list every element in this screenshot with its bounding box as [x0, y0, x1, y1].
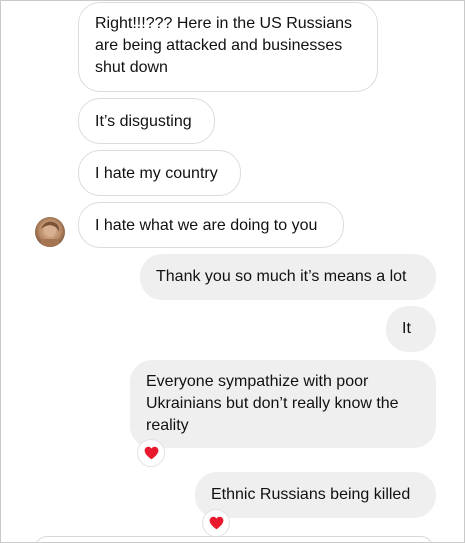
- sender-avatar[interactable]: [35, 217, 65, 247]
- message-text: Everyone sympathize with poor Ukrainians…: [146, 373, 399, 434]
- message-incoming[interactable]: Right!!!??? Here in the US Russians are …: [78, 2, 378, 92]
- message-outgoing[interactable]: It: [386, 306, 436, 352]
- message-text: Ethnic Russians being killed: [211, 486, 411, 503]
- heart-icon: [209, 516, 223, 530]
- message-text: I hate my country: [95, 165, 218, 182]
- chat-window: Right!!!??? Here in the US Russians are …: [0, 0, 465, 543]
- message-outgoing[interactable]: Everyone sympathize with poor Ukrainians…: [130, 360, 436, 448]
- message-text: Right!!!??? Here in the US Russians are …: [95, 15, 353, 76]
- message-outgoing[interactable]: Ethnic Russians being killed: [195, 472, 436, 518]
- message-outgoing[interactable]: Thank you so much it’s means a lot: [140, 254, 436, 300]
- message-text: It: [402, 320, 411, 337]
- message-reaction[interactable]: [137, 439, 165, 467]
- message-incoming[interactable]: It’s disgusting: [78, 98, 215, 144]
- message-reaction[interactable]: [202, 509, 230, 537]
- message-incoming[interactable]: I hate what we are doing to you: [78, 202, 344, 248]
- avatar-photo: [35, 217, 65, 247]
- message-text: I hate what we are doing to you: [95, 217, 318, 234]
- message-incoming[interactable]: I hate my country: [78, 150, 241, 196]
- message-text: It’s disgusting: [95, 113, 192, 130]
- message-input[interactable]: [35, 536, 433, 542]
- heart-icon: [144, 446, 158, 460]
- message-text: Thank you so much it’s means a lot: [156, 268, 407, 285]
